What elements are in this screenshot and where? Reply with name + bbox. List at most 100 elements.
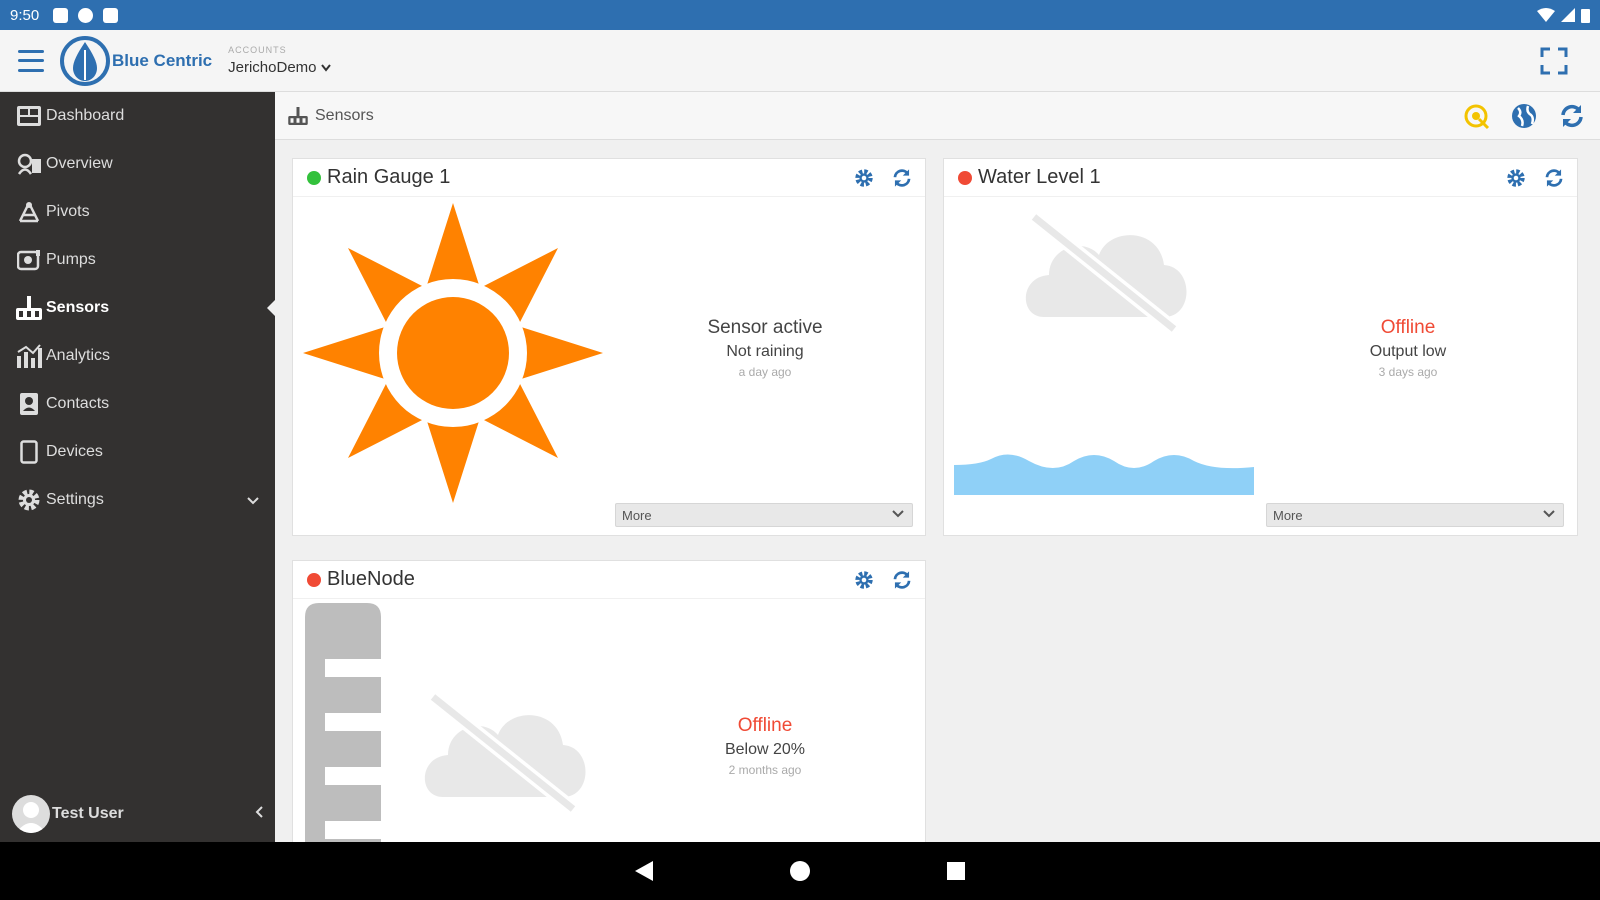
- chevron-down-icon: [320, 63, 331, 72]
- status-time: 9:50: [10, 6, 40, 24]
- status-detail: Below 20%: [724, 741, 806, 758]
- sensor-card-bluenode: BlueNode Offline Below 20% 2 months ago: [292, 560, 926, 842]
- sidebar-item-label: Pumps: [46, 251, 96, 268]
- collapse-sidebar-icon[interactable]: [255, 805, 263, 823]
- sidebar-item-pivots[interactable]: Pivots: [0, 188, 275, 236]
- menu-icon[interactable]: [18, 49, 44, 72]
- status-time: 3 days ago: [1378, 365, 1438, 379]
- status-dot: [307, 170, 321, 185]
- sidebar-item-sensors[interactable]: Sensors: [0, 284, 275, 332]
- battery-icon: [1581, 8, 1590, 23]
- sensor-card-water-level: Water Level 1 Offline Output low 3 days …: [943, 158, 1578, 536]
- sidebar-item-analytics[interactable]: Analytics: [0, 332, 275, 380]
- home-button[interactable]: [786, 857, 814, 885]
- signal-icon: [1561, 8, 1575, 22]
- sidebar-item-label: Contacts: [46, 395, 110, 412]
- sensor-status: Offline Below 20% 2 months ago: [645, 715, 885, 777]
- card-header: BlueNode: [293, 561, 925, 599]
- back-button[interactable]: [630, 857, 658, 885]
- gauge-icon: [305, 603, 381, 842]
- card-title: Rain Gauge 1: [327, 166, 451, 188]
- user-name: Test User: [52, 805, 124, 822]
- chevron-down-icon: [892, 507, 904, 521]
- pump-icon: [16, 247, 42, 273]
- refresh-icon[interactable]: [1558, 102, 1586, 130]
- logo-icon: [60, 35, 110, 86]
- sidebar-item-label: Dashboard: [46, 107, 125, 124]
- more-dropdown[interactable]: More: [1266, 503, 1564, 527]
- more-label: More: [622, 507, 652, 523]
- sun-filter-icon[interactable]: [1462, 102, 1490, 130]
- sensor-status: Sensor active Not raining a day ago: [645, 317, 885, 379]
- sidebar-item-devices[interactable]: Devices: [0, 428, 275, 476]
- refresh-icon[interactable]: [1543, 167, 1565, 189]
- status-bar: 9:50: [0, 0, 1600, 30]
- notification-icon: [53, 7, 69, 23]
- card-title: BlueNode: [327, 568, 415, 590]
- status-text: Offline: [1380, 317, 1436, 338]
- chevron-down-icon: [1543, 507, 1555, 521]
- card-header: Rain Gauge 1: [293, 159, 925, 197]
- chevron-down-icon: [247, 492, 259, 508]
- status-text: Sensor active: [707, 317, 823, 338]
- sun-icon: [303, 203, 603, 503]
- status-time: a day ago: [738, 365, 792, 379]
- analytics-icon: [16, 343, 42, 369]
- refresh-icon[interactable]: [891, 569, 913, 591]
- gear-icon[interactable]: [1505, 167, 1527, 189]
- account-label: ACCOUNTS: [228, 45, 287, 55]
- page-title: Sensors: [315, 106, 374, 124]
- overview-icon: [16, 151, 42, 177]
- user-profile[interactable]: Test User: [0, 786, 275, 842]
- card-title: Water Level 1: [978, 166, 1101, 188]
- sidebar-item-pumps[interactable]: Pumps: [0, 236, 275, 284]
- pivot-icon: [16, 199, 42, 225]
- recents-button[interactable]: [942, 857, 970, 885]
- sidebar-item-dashboard[interactable]: Dashboard: [0, 92, 275, 140]
- wifi-icon: [1537, 8, 1555, 22]
- sidebar-item-label: Devices: [46, 443, 103, 460]
- card-header: Water Level 1: [944, 159, 1577, 197]
- refresh-icon[interactable]: [891, 167, 913, 189]
- more-dropdown[interactable]: More: [615, 503, 913, 527]
- sensors-icon: [16, 295, 42, 321]
- gear-icon[interactable]: [853, 167, 875, 189]
- status-time: 2 months ago: [728, 763, 802, 777]
- avatar: [12, 795, 50, 833]
- main-content: Sensors Rain Gauge 1 Sensor active Not r…: [275, 92, 1600, 842]
- status-dot: [307, 572, 321, 587]
- status-dot: [958, 170, 972, 185]
- cloud-offline-icon: [1025, 211, 1187, 335]
- account-switcher: ACCOUNTS JerichoDemo: [228, 45, 331, 76]
- gear-icon[interactable]: [853, 569, 875, 591]
- sensor-status: Offline Output low 3 days ago: [1288, 317, 1528, 379]
- more-label: More: [1273, 507, 1303, 523]
- sensor-card-rain-gauge: Rain Gauge 1 Sensor active Not raining a…: [292, 158, 926, 536]
- status-detail: Output low: [1369, 343, 1447, 360]
- sidebar-item-contacts[interactable]: Contacts: [0, 380, 275, 428]
- globe-icon[interactable]: [1510, 102, 1538, 130]
- sidebar-item-label: Sensors: [46, 299, 110, 316]
- devices-icon: [16, 439, 42, 465]
- sidebar-item-label: Analytics: [46, 347, 111, 364]
- sidebar: Dashboard Overview Pivots Pumps Sensors …: [0, 92, 275, 842]
- app-header: Blue Centric ACCOUNTS JerichoDemo: [0, 30, 1600, 92]
- contacts-icon: [16, 391, 42, 417]
- sidebar-item-overview[interactable]: Overview: [0, 140, 275, 188]
- sidebar-item-label: Pivots: [46, 203, 90, 220]
- water-waves-icon: [954, 454, 1254, 495]
- sidebar-item-label: Overview: [46, 155, 113, 172]
- fullscreen-icon[interactable]: [1540, 47, 1568, 75]
- sidebar-item-label: Settings: [46, 491, 104, 508]
- account-value: JerichoDemo: [228, 59, 317, 76]
- system-navigation-bar: [0, 842, 1600, 900]
- brand-logo: Blue Centric: [60, 35, 213, 86]
- status-detail: Not raining: [726, 343, 804, 360]
- app-notification-icon: [78, 7, 94, 23]
- sidebar-item-settings[interactable]: Settings: [0, 476, 275, 524]
- cloud-offline-icon: [424, 691, 586, 815]
- page-header: Sensors: [275, 92, 1600, 140]
- account-select[interactable]: JerichoDemo: [228, 59, 331, 76]
- dashboard-icon: [16, 103, 42, 129]
- brand-name: Blue Centric: [112, 50, 213, 70]
